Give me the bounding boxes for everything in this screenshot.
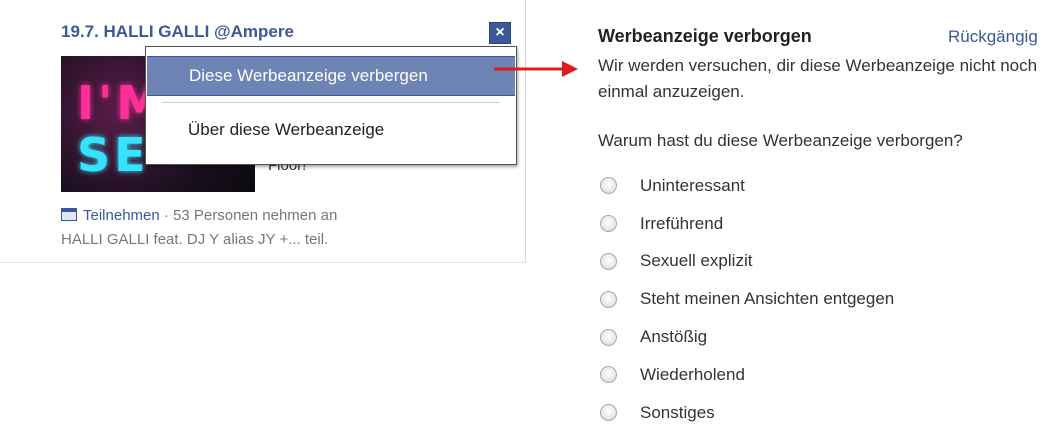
radio-button[interactable]: [600, 328, 617, 346]
radio-button[interactable]: [600, 215, 617, 233]
reason-label[interactable]: Anstößig: [640, 327, 707, 347]
reason-label[interactable]: Uninteressant: [640, 176, 745, 196]
radio-button[interactable]: [600, 290, 617, 308]
reason-label[interactable]: Sonstiges: [640, 403, 715, 423]
reason-option[interactable]: Sexuell explizit: [600, 243, 894, 281]
feedback-question: Warum hast du diese Werbeanzeige verborg…: [598, 131, 963, 150]
ad-options-menu: Diese Werbeanzeige verbergen Über diese …: [145, 46, 517, 165]
ad-social-line: Teilnehmen · 53 Personen nehmen an: [61, 207, 337, 224]
column-divider: [525, 0, 526, 262]
reason-option[interactable]: Irreführend: [600, 205, 894, 243]
reason-option[interactable]: Wiederholend: [600, 356, 894, 394]
radio-button[interactable]: [600, 252, 617, 270]
reason-label[interactable]: Steht meinen Ansichten entgegen: [640, 289, 894, 309]
calendar-icon: [61, 208, 77, 221]
radio-button[interactable]: [600, 366, 617, 384]
reason-option[interactable]: Steht meinen Ansichten entgegen: [600, 280, 894, 318]
ad-title-link[interactable]: 19.7. HALLI GALLI @Ampere: [61, 22, 294, 42]
feedback-title: Werbeanzeige verborgen: [598, 26, 812, 46]
join-count-text: · 53 Personen nehmen an: [159, 207, 338, 224]
reason-label[interactable]: Irreführend: [640, 214, 723, 234]
undo-link[interactable]: Rückgängig: [948, 27, 1038, 47]
radio-button[interactable]: [600, 177, 617, 195]
reason-label[interactable]: Sexuell explizit: [640, 251, 752, 271]
menu-separator: [162, 102, 500, 103]
radio-button[interactable]: [600, 404, 617, 422]
reason-option[interactable]: Uninteressant: [600, 167, 894, 205]
ad-image-text-2: SE: [77, 128, 150, 182]
reason-label[interactable]: Wiederholend: [640, 365, 745, 385]
close-icon[interactable]: ×: [489, 22, 511, 44]
red-arrow-icon: [494, 61, 578, 77]
reason-options: Uninteressant Irreführend Sexuell expliz…: [600, 167, 894, 432]
feedback-description: Wir werden versuchen, dir diese Werbeanz…: [598, 56, 1038, 101]
menu-item-hide-ad[interactable]: Diese Werbeanzeige verbergen: [147, 56, 515, 96]
ad-social-line-2: HALLI GALLI feat. DJ Y alias JY +... tei…: [61, 231, 329, 248]
join-link[interactable]: Teilnehmen: [83, 207, 160, 224]
reason-option[interactable]: Sonstiges: [600, 394, 894, 432]
menu-item-about-ad[interactable]: Über diese Werbeanzeige: [146, 120, 516, 140]
reason-option[interactable]: Anstößig: [600, 318, 894, 356]
